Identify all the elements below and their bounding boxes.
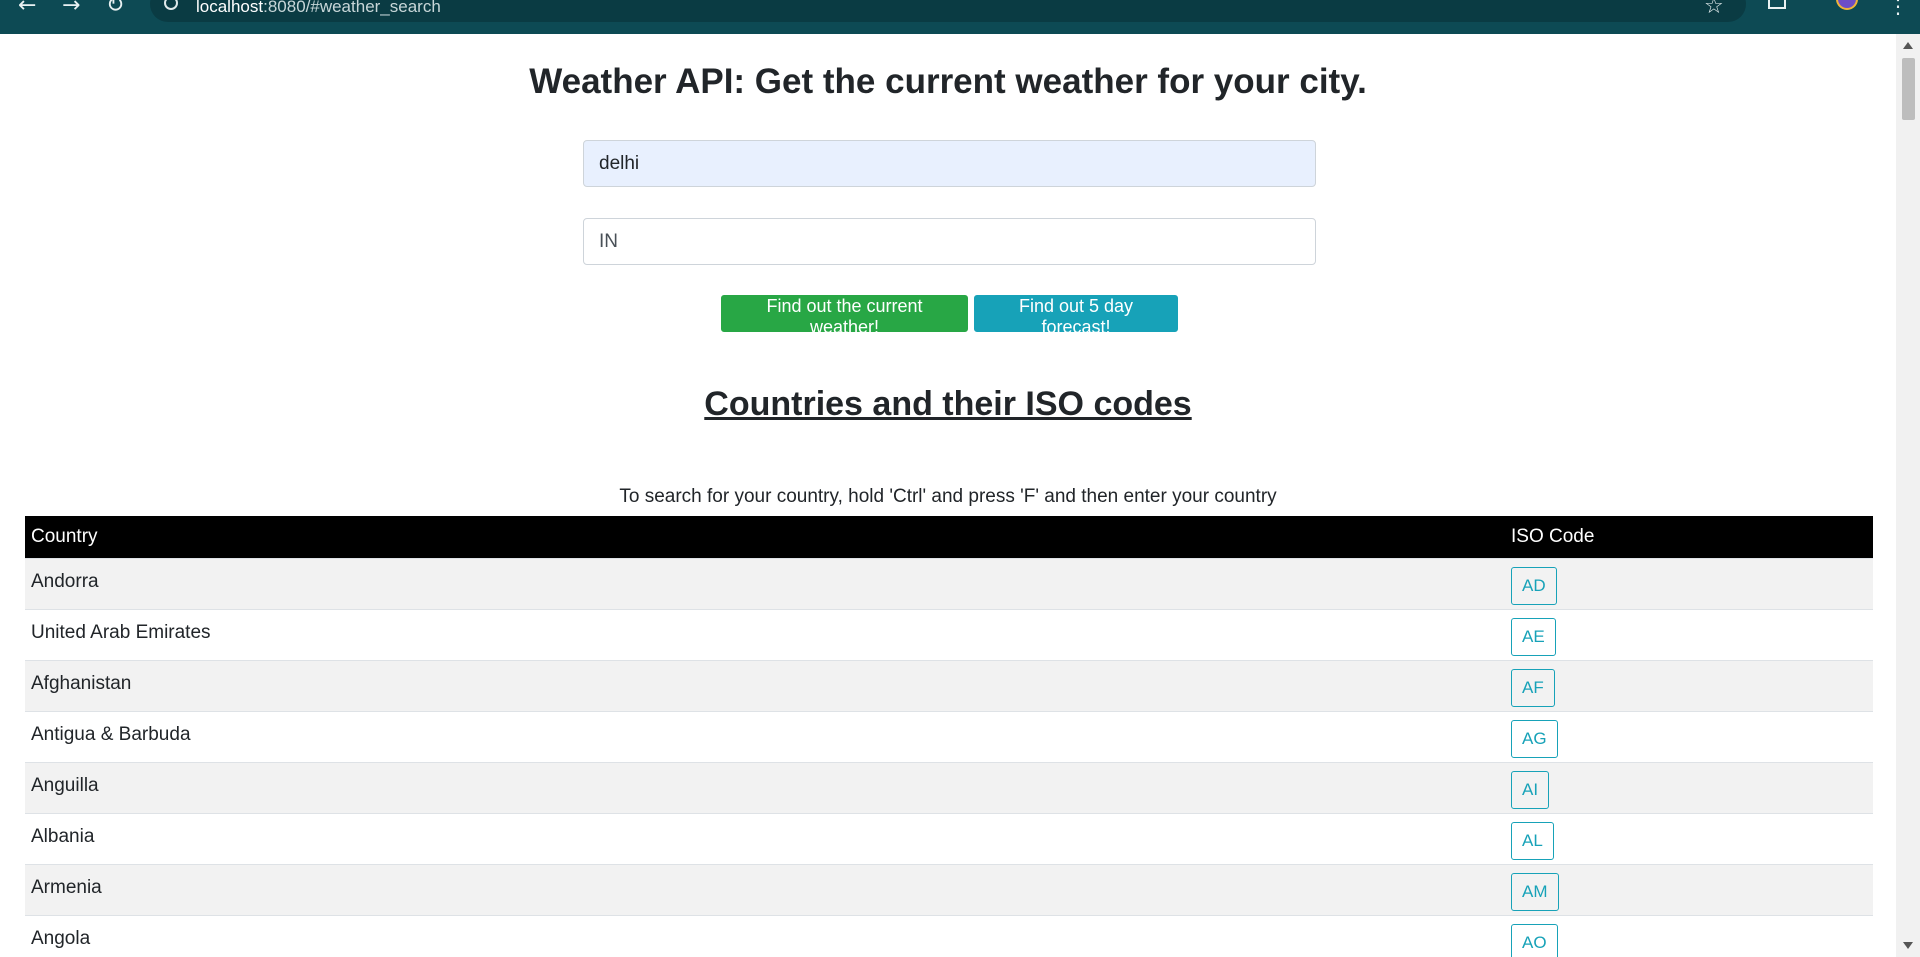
extensions-icon[interactable] — [1768, 0, 1786, 9]
country-name: Andorra — [25, 558, 1505, 610]
country-name: Anguilla — [25, 762, 1505, 814]
iso-code-button[interactable]: AG — [1511, 720, 1558, 758]
address-bar[interactable]: localhost:8080/#weather_search — [150, 0, 1746, 22]
iso-code-button[interactable]: AM — [1511, 873, 1559, 911]
countries-heading: Countries and their ISO codes — [704, 385, 1192, 423]
scroll-thumb[interactable] — [1902, 58, 1915, 120]
table-row: Andorra AD — [25, 558, 1873, 610]
table-row: United Arab Emirates AE — [25, 609, 1873, 661]
country-name: Armenia — [25, 864, 1505, 916]
country-name: Afghanistan — [25, 660, 1505, 712]
table-header-row: Country ISO Code — [25, 516, 1873, 559]
scroll-down-arrow-icon[interactable] — [1903, 942, 1913, 949]
country-name: Albania — [25, 813, 1505, 865]
page-scrollbar[interactable] — [1896, 34, 1920, 957]
table-row: Antigua & Barbuda AG — [25, 711, 1873, 763]
avatar[interactable] — [1836, 0, 1858, 10]
iso-code-button[interactable]: AE — [1511, 618, 1556, 656]
country-code-input[interactable] — [583, 218, 1316, 265]
url-text[interactable]: localhost:8080/#weather_search — [196, 0, 441, 17]
table-row: Afghanistan AF — [25, 660, 1873, 712]
city-input[interactable] — [583, 140, 1316, 187]
reload-icon[interactable]: ↻ — [106, 0, 124, 17]
page-content: Weather API: Get the current weather for… — [0, 34, 1896, 957]
forward-icon[interactable]: → — [62, 0, 80, 17]
table-row: Anguilla AI — [25, 762, 1873, 814]
country-name: Angola — [25, 915, 1505, 957]
info-icon[interactable] — [164, 0, 178, 10]
page-title: Weather API: Get the current weather for… — [529, 62, 1367, 101]
scroll-up-arrow-icon[interactable] — [1903, 42, 1913, 49]
countries-table-container: Country ISO Code Andorra AD United Arab … — [25, 516, 1873, 957]
table-row: Angola AO — [25, 915, 1873, 957]
countries-table: Country ISO Code Andorra AD United Arab … — [25, 516, 1873, 957]
star-icon[interactable]: ☆ — [1704, 0, 1724, 19]
column-header-iso-code: ISO Code — [1505, 516, 1873, 559]
iso-code-button[interactable]: AL — [1511, 822, 1554, 860]
iso-code-button[interactable]: AI — [1511, 771, 1550, 809]
browser-toolbar: ← → ↻ localhost:8080/#weather_search ☆ ⋮ — [0, 0, 1920, 34]
iso-code-button[interactable]: AO — [1511, 924, 1558, 957]
search-hint: To search for your country, hold 'Ctrl' … — [619, 486, 1277, 507]
current-weather-button[interactable]: Find out the current weather! — [721, 295, 968, 337]
column-header-country: Country — [25, 516, 1505, 559]
iso-code-button[interactable]: AF — [1511, 669, 1555, 707]
table-row: Albania AL — [25, 813, 1873, 865]
table-row: Armenia AM — [25, 864, 1873, 916]
menu-icon[interactable]: ⋮ — [1888, 0, 1908, 18]
country-name: Antigua & Barbuda — [25, 711, 1505, 763]
back-icon[interactable]: ← — [18, 0, 36, 17]
iso-code-button[interactable]: AD — [1511, 567, 1557, 605]
country-name: United Arab Emirates — [25, 609, 1505, 661]
forecast-button[interactable]: Find out 5 day forecast! — [974, 295, 1178, 337]
